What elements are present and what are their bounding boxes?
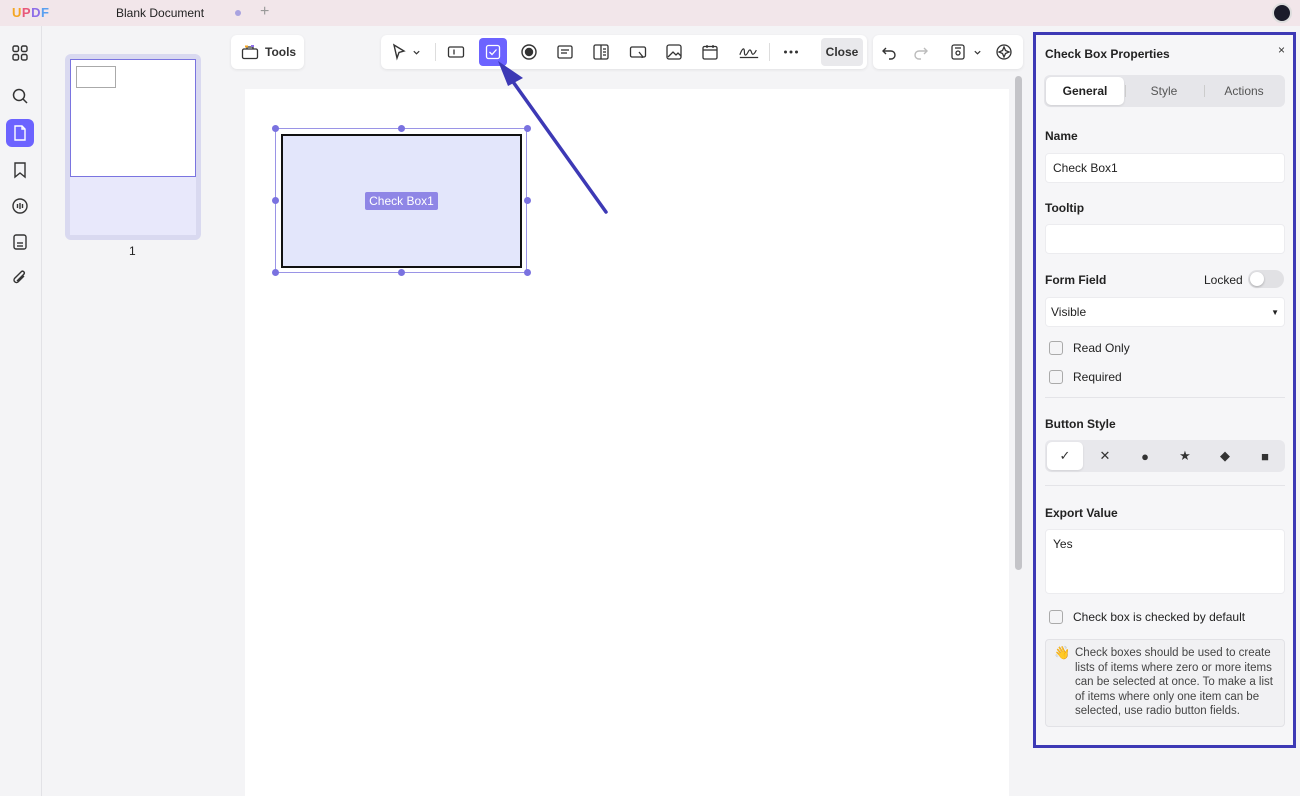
toolbar-divider (769, 43, 770, 61)
style-circle-icon[interactable]: ● (1127, 442, 1163, 470)
page-number: 1 (129, 244, 136, 258)
resize-handle[interactable] (272, 269, 279, 276)
thumbnail-footer (70, 177, 196, 235)
checkbox-field[interactable]: Check Box1 (281, 134, 522, 268)
read-only-option[interactable]: Read Only (1049, 341, 1130, 355)
read-only-checkbox[interactable] (1049, 341, 1063, 355)
form-toolbar: Close (381, 35, 867, 69)
select-cursor-icon[interactable] (387, 40, 411, 64)
visibility-select[interactable]: Visible ▼ (1045, 297, 1285, 327)
search-icon[interactable] (6, 82, 34, 110)
secondary-toolbar (873, 35, 1023, 69)
style-diamond-icon[interactable]: ◆ (1207, 442, 1243, 470)
date-field-icon[interactable] (698, 40, 722, 64)
info-note: 👋 Check boxes should be used to create l… (1045, 639, 1285, 727)
tab-style[interactable]: Style (1125, 77, 1203, 105)
resize-handle[interactable] (398, 269, 405, 276)
waving-hand-icon: 👋 (1054, 645, 1071, 660)
select-dropdown-chevron-icon[interactable] (409, 40, 423, 64)
more-options-icon[interactable] (779, 40, 803, 64)
info-text: Check boxes should be used to create lis… (1075, 647, 1273, 718)
default-checked-checkbox[interactable] (1049, 610, 1063, 624)
form-edit-icon[interactable] (6, 119, 34, 147)
button-style-selector: ✓ ✕ ● ★ ◆ ■ (1045, 440, 1285, 472)
new-tab-plus-icon[interactable]: + (260, 3, 269, 21)
style-cross-icon[interactable]: ✕ (1087, 442, 1123, 470)
redo-icon[interactable] (909, 40, 933, 64)
toggle-knob (1250, 272, 1264, 286)
resize-handle[interactable] (272, 197, 279, 204)
locked-toggle[interactable] (1248, 270, 1284, 288)
undo-icon[interactable] (877, 40, 901, 64)
scrollbar-thumb[interactable] (1015, 76, 1022, 570)
tab-general[interactable]: General (1046, 77, 1124, 105)
required-checkbox[interactable] (1049, 370, 1063, 384)
button-style-label: Button Style (1045, 417, 1116, 431)
bookmark-icon[interactable] (6, 156, 34, 184)
app-logo: UPDF (12, 5, 50, 20)
style-square-icon[interactable]: ■ (1247, 442, 1283, 470)
resize-handle[interactable] (524, 197, 531, 204)
required-option[interactable]: Required (1049, 370, 1122, 384)
panel-title: Check Box Properties (1045, 47, 1170, 61)
export-value-input[interactable]: Yes (1045, 529, 1285, 594)
tooltip-input[interactable] (1045, 224, 1285, 254)
style-check-icon[interactable]: ✓ (1047, 442, 1083, 470)
export-value-label: Export Value (1045, 506, 1118, 520)
close-button[interactable]: Close (821, 38, 863, 66)
avatar[interactable] (1272, 3, 1292, 23)
thumbnail-page (70, 59, 196, 177)
page-thumbnail[interactable] (65, 54, 201, 240)
section-divider (1045, 485, 1285, 486)
chevron-down-icon: ▼ (1271, 307, 1279, 317)
save-icon[interactable] (946, 40, 970, 64)
left-icon-rail (0, 26, 42, 796)
resize-handle[interactable] (272, 125, 279, 132)
comment-icon[interactable] (6, 192, 34, 220)
close-icon[interactable]: × (1278, 43, 1285, 57)
form-field-label: Form Field (1045, 273, 1107, 287)
radio-button-icon[interactable] (517, 40, 541, 64)
image-field-icon[interactable] (662, 40, 686, 64)
ai-assistant-icon[interactable] (992, 40, 1016, 64)
tooltip-label: Tooltip (1045, 201, 1085, 215)
text-field-icon[interactable] (444, 40, 468, 64)
properties-tabs: General Style Actions (1044, 75, 1285, 107)
read-only-label: Read Only (1073, 341, 1130, 355)
save-dropdown-chevron-icon[interactable] (970, 40, 984, 64)
visibility-value: Visible (1051, 305, 1087, 319)
thumbnails-grid-icon[interactable] (6, 39, 34, 67)
list-box-icon[interactable] (589, 40, 613, 64)
required-label: Required (1073, 370, 1122, 384)
resize-handle[interactable] (524, 125, 531, 132)
tools-label: Tools (265, 45, 297, 59)
locked-label: Locked (1204, 273, 1243, 287)
signature-field-icon[interactable] (735, 40, 763, 64)
resize-handle[interactable] (524, 269, 531, 276)
thumbnail-pane: 1 (43, 26, 229, 796)
unsaved-dot-icon (235, 10, 241, 16)
default-checked-label: Check box is checked by default (1073, 610, 1246, 624)
combo-box-icon[interactable] (553, 40, 577, 64)
toolbar-divider (435, 43, 436, 61)
title-bar: UPDF Blank Document + (0, 0, 1300, 26)
button-field-icon[interactable] (626, 40, 650, 64)
name-input[interactable]: Check Box1 (1045, 153, 1285, 183)
tab-actions[interactable]: Actions (1205, 77, 1283, 105)
style-star-icon[interactable]: ★ (1167, 442, 1203, 470)
section-divider (1045, 397, 1285, 398)
attachment-icon[interactable] (6, 264, 34, 292)
field-name-tag: Check Box1 (365, 192, 438, 210)
pages-icon[interactable] (6, 228, 34, 256)
resize-handle[interactable] (398, 125, 405, 132)
tools-button[interactable]: Tools (231, 35, 304, 69)
checkbox-tool-icon[interactable] (479, 38, 507, 66)
thumbnail-field-preview (76, 66, 116, 88)
name-label: Name (1045, 129, 1078, 143)
check-box-properties-panel: Check Box Properties × General Style Act… (1033, 32, 1296, 748)
toolbox-icon (241, 45, 259, 60)
default-checked-option[interactable]: Check box is checked by default (1049, 610, 1245, 624)
vertical-scrollbar[interactable] (1012, 72, 1026, 796)
document-tab[interactable]: Blank Document (116, 6, 204, 20)
